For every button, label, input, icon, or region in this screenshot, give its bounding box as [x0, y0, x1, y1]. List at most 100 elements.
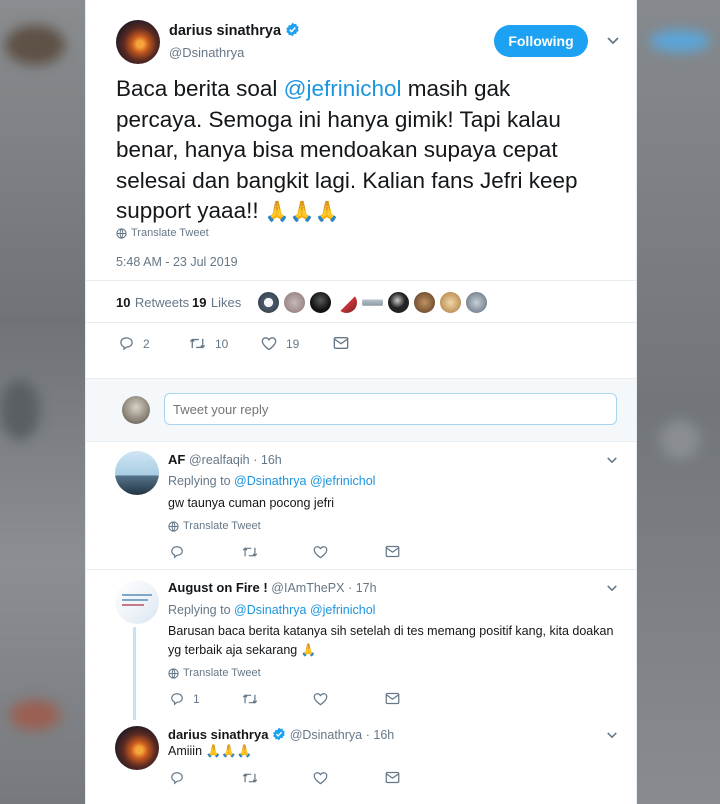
retweets-stat[interactable]: 10 Retweets — [116, 294, 189, 312]
tweet-text-fragment: Baca berita soal — [116, 76, 284, 101]
tweet-text-fragment: masih gak — [401, 76, 511, 101]
retweet-action[interactable] — [242, 692, 258, 706]
direct-message-icon — [385, 545, 400, 558]
direct-message-action[interactable] — [385, 545, 400, 558]
reply-count: 2 — [143, 336, 150, 351]
author-handle: @Dsinathrya — [169, 45, 245, 60]
tweet-text-line: benar, hanya bisa mendoakan supaya cepat — [116, 137, 558, 162]
likes-stat[interactable]: 19 Likes — [192, 294, 241, 312]
mention-link[interactable]: @jefrinichol — [310, 603, 376, 617]
divider — [86, 280, 636, 281]
retweet-count: 10 — [215, 336, 229, 351]
reply-time[interactable]: · 17h — [348, 581, 377, 595]
direct-message-action[interactable] — [333, 336, 349, 350]
retweet-action[interactable] — [242, 545, 258, 559]
like-heart-icon — [313, 693, 328, 706]
direct-message-icon — [385, 771, 400, 784]
translate-label: Translate Tweet — [183, 667, 261, 679]
liker-avatar[interactable] — [257, 291, 280, 314]
liker-avatar[interactable] — [465, 291, 488, 314]
liker-avatar[interactable] — [283, 291, 306, 314]
divider — [86, 569, 636, 570]
direct-message-icon — [385, 692, 400, 705]
reply-action[interactable] — [170, 545, 184, 559]
reply-author-handle[interactable]: @realfaqih — [189, 453, 250, 467]
reply-action[interactable]: 1 — [170, 692, 200, 706]
chevron-down-icon[interactable] — [606, 456, 618, 465]
reply-time[interactable]: · 16h — [366, 728, 395, 742]
reply-action[interactable]: 2 — [119, 336, 150, 351]
reply-time[interactable]: · 16h — [253, 453, 282, 467]
tweet-text-line: selesai dan bangkit lagi. Kalian fans Je… — [116, 167, 578, 193]
pray-emoji: 🙏🙏🙏 — [264, 201, 340, 223]
current-user-avatar[interactable] — [122, 396, 150, 424]
reply-author-name[interactable]: August on Fire ! — [168, 580, 268, 595]
pray-emoji: 🙏🙏🙏 — [205, 744, 253, 758]
liker-avatar[interactable] — [439, 291, 462, 314]
mention-link[interactable]: @Dsinathrya — [234, 603, 306, 617]
verified-badge-icon — [286, 22, 300, 37]
translate-tweet-link[interactable]: Translate Tweet — [168, 667, 261, 679]
retweets-count: 10 — [116, 295, 131, 310]
tweet-timestamp[interactable]: 5:48 AM - 23 Jul 2019 — [116, 255, 238, 269]
reply-avatar[interactable] — [115, 580, 159, 624]
reply-author-handle[interactable]: @Dsinathrya — [290, 728, 362, 742]
like-action[interactable] — [313, 545, 328, 559]
background-right — [636, 0, 720, 804]
like-action[interactable] — [313, 771, 328, 785]
retweet-icon — [242, 773, 258, 783]
liker-avatar[interactable] — [335, 291, 358, 314]
translate-tweet-link[interactable]: Translate Tweet — [116, 227, 209, 239]
like-action[interactable] — [313, 692, 328, 706]
tweet-panel: darius sinathrya @Dsinathrya Following B… — [85, 0, 637, 804]
chevron-down-icon[interactable] — [606, 584, 618, 593]
direct-message-action[interactable] — [385, 692, 400, 705]
like-action[interactable]: 19 — [261, 336, 299, 351]
reply-header: darius sinathrya @Dsinathrya · 16h — [168, 727, 394, 742]
replying-to-label: Replying to — [168, 603, 231, 617]
direct-message-action[interactable] — [385, 771, 400, 784]
like-heart-icon — [313, 546, 328, 559]
reply-avatar[interactable] — [115, 451, 159, 495]
liker-avatar[interactable] — [413, 291, 436, 314]
reply-avatar[interactable] — [115, 726, 159, 770]
mention-link[interactable]: @jefrinichol — [310, 474, 376, 488]
pray-emoji: 🙏 — [300, 643, 317, 657]
reply-icon — [171, 546, 183, 559]
reply-icon — [171, 772, 183, 785]
reply-action[interactable] — [170, 771, 184, 785]
mention-link[interactable]: @jefrinichol — [284, 76, 402, 101]
replying-to-label: Replying to — [168, 474, 231, 488]
mention-link[interactable]: @Dsinathrya — [234, 474, 306, 488]
reply-author-name[interactable]: AF — [168, 452, 185, 467]
reply-text-line: yg terbaik aja sekarang 🙏 — [168, 641, 628, 660]
translate-globe-icon — [168, 667, 179, 679]
retweet-action[interactable]: 10 — [189, 336, 228, 351]
retweet-action[interactable] — [242, 771, 258, 785]
reply-author-handle[interactable]: @IAmThePX — [271, 581, 344, 595]
liker-avatar[interactable] — [387, 291, 410, 314]
reply-author-name[interactable]: darius sinathrya — [168, 727, 268, 742]
like-heart-icon — [261, 337, 277, 351]
likes-label: Likes — [210, 295, 242, 310]
reply-text: gw taunya cuman pocong jefri — [168, 496, 335, 510]
tweet-text-line: support yaaa!! 🙏🙏🙏 — [116, 196, 621, 228]
chevron-down-icon[interactable] — [606, 731, 618, 740]
verified-badge-icon — [273, 727, 285, 741]
author-name-row[interactable]: darius sinathrya — [169, 22, 300, 40]
divider — [86, 322, 636, 323]
replying-to: Replying to @Dsinathrya @jefrinichol — [168, 603, 375, 617]
reply-text-line: Barusan baca berita katanya sih setelah … — [168, 624, 614, 638]
liker-avatar[interactable] — [361, 291, 384, 314]
like-count: 19 — [286, 336, 300, 351]
translate-tweet-link[interactable]: Translate Tweet — [168, 520, 261, 532]
tweet-reply-input[interactable] — [164, 393, 617, 425]
tweet-text-fragment: support yaaa!! — [116, 198, 265, 223]
liker-avatar[interactable] — [309, 291, 332, 314]
reply-text-fragment: Amiiin — [168, 744, 206, 758]
chevron-down-icon[interactable] — [606, 36, 620, 46]
author-avatar[interactable] — [116, 20, 160, 64]
reply-count: 1 — [193, 692, 200, 706]
following-button[interactable]: Following — [494, 25, 588, 57]
translate-label: Translate Tweet — [131, 227, 209, 239]
